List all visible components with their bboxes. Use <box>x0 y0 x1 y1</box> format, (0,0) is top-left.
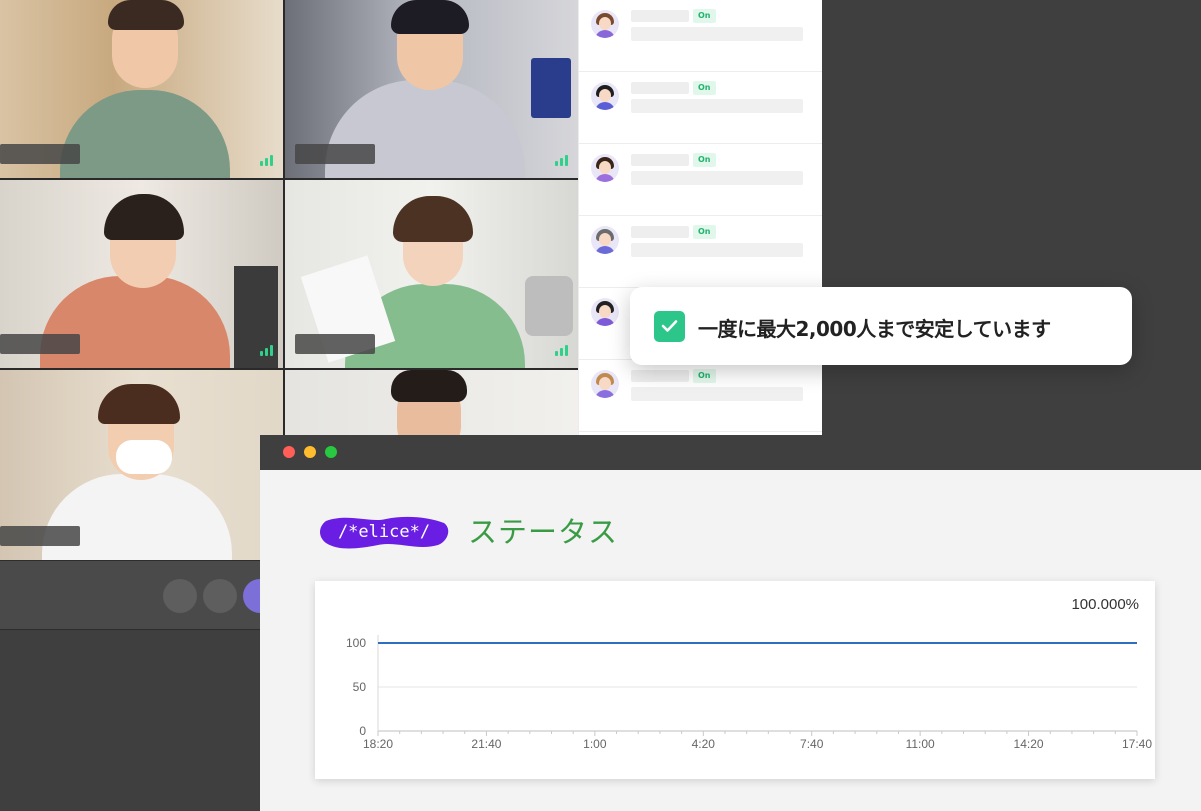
participant-detail-placeholder <box>631 27 803 41</box>
x-tick-label: 7:40 <box>800 737 824 751</box>
close-window-button[interactable] <box>283 446 295 458</box>
check-icon <box>654 311 685 342</box>
participant-name-placeholder <box>0 334 80 354</box>
participant-row[interactable]: On <box>579 360 822 432</box>
participant-name-placeholder <box>631 226 689 238</box>
avatar <box>591 226 619 254</box>
signal-strength-icon <box>260 155 273 166</box>
x-tick-label: 11:00 <box>906 737 935 751</box>
uptime-line-chart: 100 50 018:20 21:40 1:00 4:20 7:40 11:00 14:20 17… <box>346 635 1152 751</box>
y-tick-label: 0 <box>359 724 366 738</box>
participant-row[interactable]: On <box>579 216 822 288</box>
participant-name-placeholder <box>631 154 689 166</box>
avatar <box>591 82 619 110</box>
y-tick-label: 100 <box>346 636 366 650</box>
notice-message: 一度に最大2,000人まで安定しています <box>698 317 1051 341</box>
page-title: ステータス <box>468 515 619 549</box>
signal-strength-icon <box>555 345 568 356</box>
window-titlebar <box>260 435 1201 470</box>
video-tile[interactable] <box>0 0 283 178</box>
participant-name-placeholder <box>0 526 80 546</box>
capacity-notice: 一度に最大2,000人まで安定しています <box>630 287 1132 365</box>
avatar <box>591 370 619 398</box>
participant-detail-placeholder <box>631 171 803 185</box>
signal-strength-icon <box>555 155 568 166</box>
status-chart-card: 100.000% 100 50 0 18:20 21:40 1:00 4:20 7:40 11:… <box>315 581 1155 779</box>
participant-row[interactable]: On <box>579 72 822 144</box>
elice-logo-text: /*elice*/ <box>338 522 430 542</box>
elice-logo: /*elice*/ <box>320 516 449 549</box>
x-tick-label: 18:20 <box>363 737 393 751</box>
video-tile[interactable] <box>0 370 283 560</box>
meeting-control-bar <box>0 560 277 630</box>
browser-window: /*elice*/ ステータス 100.000% 100 50 0 18:20 21:4… <box>260 435 1201 811</box>
participant-name-placeholder <box>295 144 375 164</box>
signal-strength-icon <box>260 345 273 356</box>
x-tick-label: 21:40 <box>471 737 501 751</box>
participant-detail-placeholder <box>631 243 803 257</box>
video-tile-active-speaker[interactable] <box>285 180 578 368</box>
video-tile[interactable] <box>0 180 283 368</box>
y-tick-label: 50 <box>353 680 367 694</box>
status-badge: On <box>693 81 716 95</box>
maximize-window-button[interactable] <box>325 446 337 458</box>
mic-toggle-button[interactable] <box>163 579 197 613</box>
participant-detail-placeholder <box>631 387 803 401</box>
x-tick-label: 1:00 <box>583 737 607 751</box>
participant-row[interactable]: On <box>579 144 822 216</box>
x-tick-label: 4:20 <box>692 737 716 751</box>
participant-name-placeholder <box>295 334 375 354</box>
camera-toggle-button[interactable] <box>203 579 237 613</box>
participant-name-placeholder <box>631 370 689 382</box>
participant-row[interactable]: On <box>579 0 822 72</box>
minimize-window-button[interactable] <box>304 446 316 458</box>
x-tick-label: 17:40 <box>1122 737 1152 751</box>
avatar <box>591 298 619 326</box>
status-badge: On <box>693 153 716 167</box>
participant-list: On On On On On On <box>578 0 822 436</box>
avatar <box>591 10 619 38</box>
status-badge: On <box>693 9 716 23</box>
participant-name-placeholder <box>631 82 689 94</box>
video-tile[interactable] <box>285 0 578 178</box>
participant-name-placeholder <box>631 10 689 22</box>
face-mask <box>116 440 172 474</box>
participant-detail-placeholder <box>631 99 803 113</box>
participant-name-placeholder <box>0 144 80 164</box>
avatar <box>591 154 619 182</box>
status-badge: On <box>693 369 716 383</box>
x-tick-label: 14:20 <box>1014 737 1044 751</box>
status-badge: On <box>693 225 716 239</box>
